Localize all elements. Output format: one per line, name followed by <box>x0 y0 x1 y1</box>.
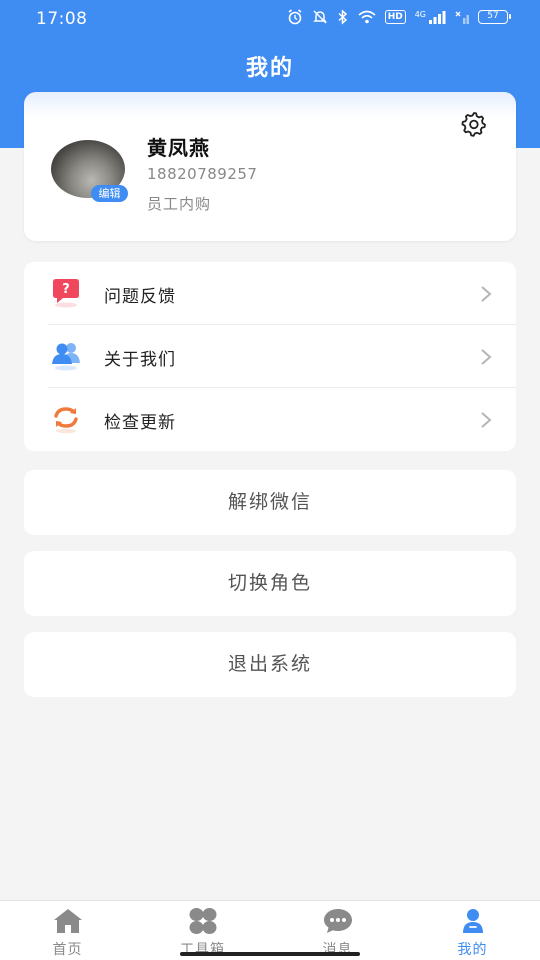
switch-role-button[interactable]: 切换角色 <box>24 551 516 616</box>
tab-label: 我的 <box>457 942 488 958</box>
feedback-icon: ? <box>53 279 79 308</box>
person-icon <box>463 909 483 933</box>
menu-item-about[interactable]: 关于我们 <box>24 325 516 388</box>
alarm-icon <box>288 9 302 25</box>
signal-off-icon <box>455 11 469 24</box>
mute-bell-icon <box>312 10 327 24</box>
battery-indicator: 57 <box>478 10 511 24</box>
status-time: 17:08 <box>36 9 88 29</box>
user-name: 黄凤燕 <box>147 136 210 160</box>
tab-bar: 首页 工具箱 消息 我的 <box>0 900 540 960</box>
chat-icon <box>324 909 352 933</box>
tab-label: 消息 <box>322 942 353 958</box>
signal-icon <box>429 11 446 24</box>
tab-label: 首页 <box>52 942 83 958</box>
unbind-wechat-button[interactable]: 解绑微信 <box>24 470 516 535</box>
page-title: 我的 <box>245 56 294 81</box>
hd-badge: HD <box>384 10 406 24</box>
menu-item-label: 检查更新 <box>104 413 176 433</box>
users-icon <box>52 343 80 371</box>
grid-icon <box>189 908 217 934</box>
logout-button[interactable]: 退出系统 <box>24 632 516 697</box>
menu-item-feedback[interactable]: ? 问题反馈 <box>24 262 516 325</box>
tab-mine[interactable]: 我的 <box>405 901 540 960</box>
wifi-icon <box>358 10 376 24</box>
profile-card: 编辑 黄凤燕 18820789257 员工内购 <box>24 92 516 241</box>
chevron-right-icon <box>481 349 492 365</box>
tab-home[interactable]: 首页 <box>0 901 135 960</box>
menu-item-label: 关于我们 <box>104 350 176 370</box>
bluetooth-icon <box>338 9 347 25</box>
status-icons: HD 4G 57 <box>287 9 511 25</box>
svg-text:?: ? <box>62 282 70 297</box>
user-phone: 18820789257 <box>147 165 258 183</box>
menu-item-check-update[interactable]: 检查更新 <box>24 388 516 451</box>
user-role: 员工内购 <box>147 195 212 213</box>
gear-icon[interactable] <box>460 110 488 138</box>
home-indicator <box>180 952 360 956</box>
tab-label: 工具箱 <box>180 942 225 958</box>
network-type-label: 4G <box>414 10 426 19</box>
chevron-right-icon <box>481 412 492 428</box>
avatar-edit-button[interactable]: 编辑 <box>91 185 128 202</box>
refresh-icon <box>54 407 78 434</box>
home-icon <box>54 909 82 933</box>
status-bar: 17:08 HD 4G 57 <box>0 0 540 38</box>
menu-item-label: 问题反馈 <box>104 287 176 307</box>
chevron-right-icon <box>481 286 492 302</box>
menu-card: ? 问题反馈 关于我们 检查更新 <box>24 262 516 451</box>
